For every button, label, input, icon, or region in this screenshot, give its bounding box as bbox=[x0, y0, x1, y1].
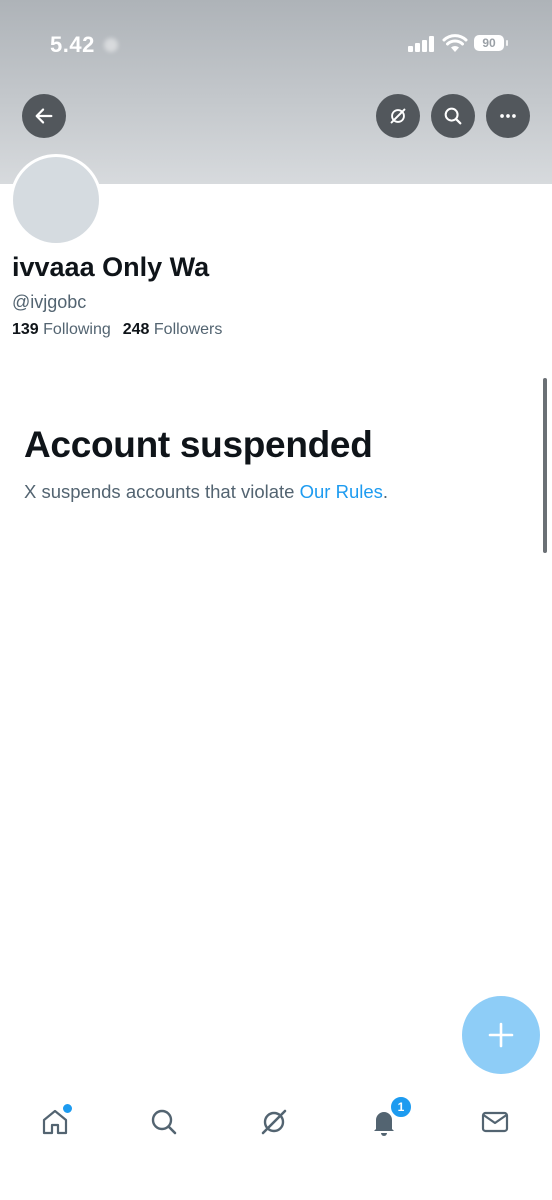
more-icon bbox=[500, 114, 516, 118]
status-time: 5.42 bbox=[50, 32, 95, 57]
scrollbar[interactable] bbox=[543, 378, 547, 553]
home-unread-dot bbox=[61, 1102, 74, 1115]
avatar[interactable] bbox=[10, 154, 102, 246]
follow-stats: 139 Following 248 Followers bbox=[12, 321, 222, 339]
following-link[interactable]: 139 Following bbox=[12, 321, 111, 338]
suspended-title: Account suspended bbox=[24, 424, 373, 465]
followers-count: 248 bbox=[122, 321, 150, 338]
nav-messages[interactable] bbox=[475, 1102, 515, 1142]
battery-level: 90 bbox=[474, 35, 504, 51]
bottom-nav: 1 bbox=[0, 1086, 552, 1200]
followers-link[interactable]: 248 Followers bbox=[123, 321, 223, 338]
followers-label: Followers bbox=[153, 321, 223, 338]
more-button[interactable] bbox=[486, 94, 530, 138]
display-name: ivvaaa Only Wa bbox=[12, 252, 210, 282]
battery-tip bbox=[506, 40, 508, 46]
search-icon bbox=[151, 1109, 177, 1135]
following-count: 139 bbox=[12, 321, 39, 338]
nav-grok[interactable] bbox=[254, 1102, 294, 1142]
signal-icon bbox=[408, 36, 434, 52]
status-bar: 5.42 90 bbox=[0, 0, 552, 90]
nav-home[interactable] bbox=[35, 1102, 75, 1142]
handle: @ivjgobc bbox=[12, 292, 87, 312]
nav-notifications[interactable]: 1 bbox=[364, 1096, 412, 1142]
battery-icon: 90 bbox=[474, 35, 510, 53]
blurred-indicator bbox=[104, 38, 118, 52]
back-button[interactable] bbox=[22, 94, 66, 138]
suspended-message: X suspends accounts that violate Our Rul… bbox=[24, 481, 388, 503]
compose-button[interactable] bbox=[462, 996, 540, 1074]
search-icon bbox=[444, 107, 462, 125]
mail-icon bbox=[481, 1111, 509, 1133]
grok-icon bbox=[261, 1109, 287, 1135]
nav-search[interactable] bbox=[144, 1102, 184, 1142]
grok-icon bbox=[390, 108, 406, 124]
wifi-icon bbox=[442, 34, 468, 52]
grok-button[interactable] bbox=[376, 94, 420, 138]
following-label: Following bbox=[43, 321, 111, 338]
search-button[interactable] bbox=[431, 94, 475, 138]
our-rules-link[interactable]: Our Rules bbox=[300, 481, 383, 502]
suspended-message-text: X suspends accounts that violate bbox=[24, 481, 300, 502]
suspended-message-suffix: . bbox=[382, 481, 389, 502]
back-arrow-icon bbox=[35, 108, 53, 124]
notification-badge: 1 bbox=[390, 1096, 412, 1118]
plus-icon bbox=[488, 1022, 514, 1048]
